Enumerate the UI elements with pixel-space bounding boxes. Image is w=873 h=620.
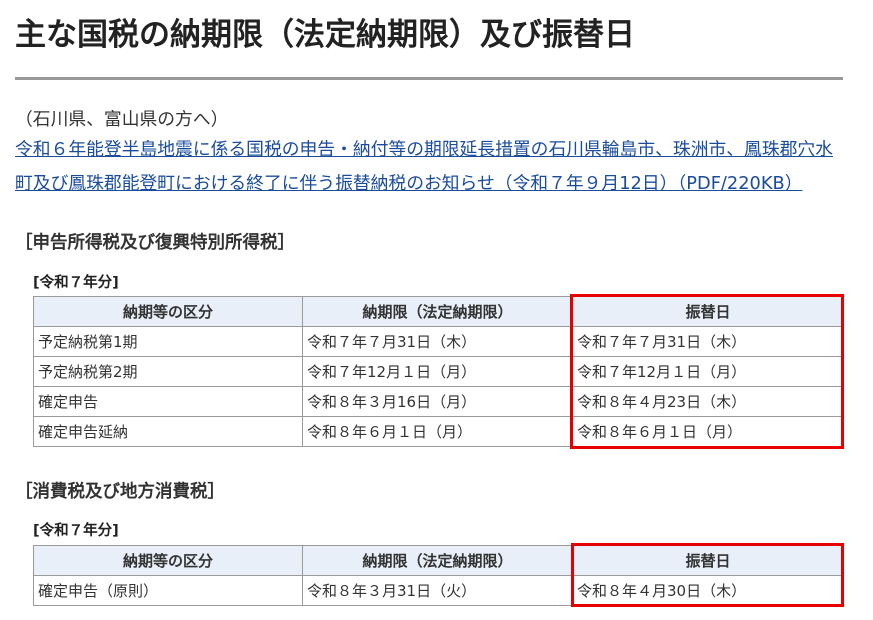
- table-row: 確定申告 令和８年３月16日（月） 令和８年４月23日（木）: [33, 386, 844, 417]
- section-heading-consumption-tax: ［消費税及び地方消費税］: [15, 482, 225, 502]
- table-cell-transfer-date: 令和８年４月23日（木）: [572, 386, 844, 417]
- page-title: 主な国税の納期限（法定納期限）及び振替日: [15, 17, 635, 53]
- table-cell-deadline: 令和７年７月31日（木）: [302, 326, 573, 357]
- table-cell-category: 確定申告延納: [33, 416, 303, 447]
- header-transfer-date: 振替日: [572, 296, 844, 327]
- table-cell-transfer-date: 令和７年７月31日（木）: [572, 326, 844, 357]
- table-cell-deadline: 令和８年６月１日（月）: [302, 416, 573, 447]
- table-cell-category: 予定納税第1期: [33, 326, 303, 357]
- table-cell-transfer-date: 令和７年12月１日（月）: [572, 356, 844, 387]
- header-deadline: 納期限（法定納期限）: [302, 296, 573, 327]
- table-cell-deadline: 令和８年３月31日（火）: [302, 575, 573, 606]
- table-row: 確定申告（原則） 令和８年３月31日（火） 令和８年４月30日（木）: [33, 575, 844, 606]
- header-category: 納期等の区分: [33, 545, 303, 576]
- table-cell-transfer-date: 令和８年６月１日（月）: [572, 416, 844, 447]
- table-cell-deadline: 令和７年12月１日（月）: [302, 356, 573, 387]
- header-transfer-date: 振替日: [572, 545, 844, 576]
- year-label: [令和７年分]: [33, 275, 119, 291]
- table-header-row: 納期等の区分 納期限（法定納期限） 振替日: [33, 545, 844, 576]
- table-header-row: 納期等の区分 納期限（法定納期限） 振替日: [33, 296, 844, 327]
- income-tax-deadline-table: 納期等の区分 納期限（法定納期限） 振替日 予定納税第1期 令和７年７月31日（…: [33, 296, 844, 447]
- notice-pdf-link[interactable]: 令和６年能登半島地震に係る国税の申告・納付等の期限延長措置の石川県輪島市、珠洲市…: [15, 133, 843, 201]
- table-cell-category: 確定申告: [33, 386, 303, 417]
- audience-note: （石川県、富山県の方へ）: [15, 109, 229, 130]
- table-cell-transfer-date: 令和８年４月30日（木）: [572, 575, 844, 606]
- table-row: 確定申告延納 令和８年６月１日（月） 令和８年６月１日（月）: [33, 416, 844, 447]
- table-cell-deadline: 令和８年３月16日（月）: [302, 386, 573, 417]
- header-category: 納期等の区分: [33, 296, 303, 327]
- section-heading-income-tax: ［申告所得税及び復興特別所得税］: [15, 233, 295, 253]
- header-deadline: 納期限（法定納期限）: [302, 545, 573, 576]
- table-cell-category: 予定納税第2期: [33, 356, 303, 387]
- table-row: 予定納税第2期 令和７年12月１日（月） 令和７年12月１日（月）: [33, 356, 844, 387]
- table-cell-category: 確定申告（原則）: [33, 575, 303, 606]
- consumption-tax-deadline-table: 納期等の区分 納期限（法定納期限） 振替日 確定申告（原則） 令和８年３月31日…: [33, 545, 844, 606]
- table-row: 予定納税第1期 令和７年７月31日（木） 令和７年７月31日（木）: [33, 326, 844, 357]
- title-divider: [15, 77, 843, 80]
- year-label: [令和７年分]: [33, 523, 119, 539]
